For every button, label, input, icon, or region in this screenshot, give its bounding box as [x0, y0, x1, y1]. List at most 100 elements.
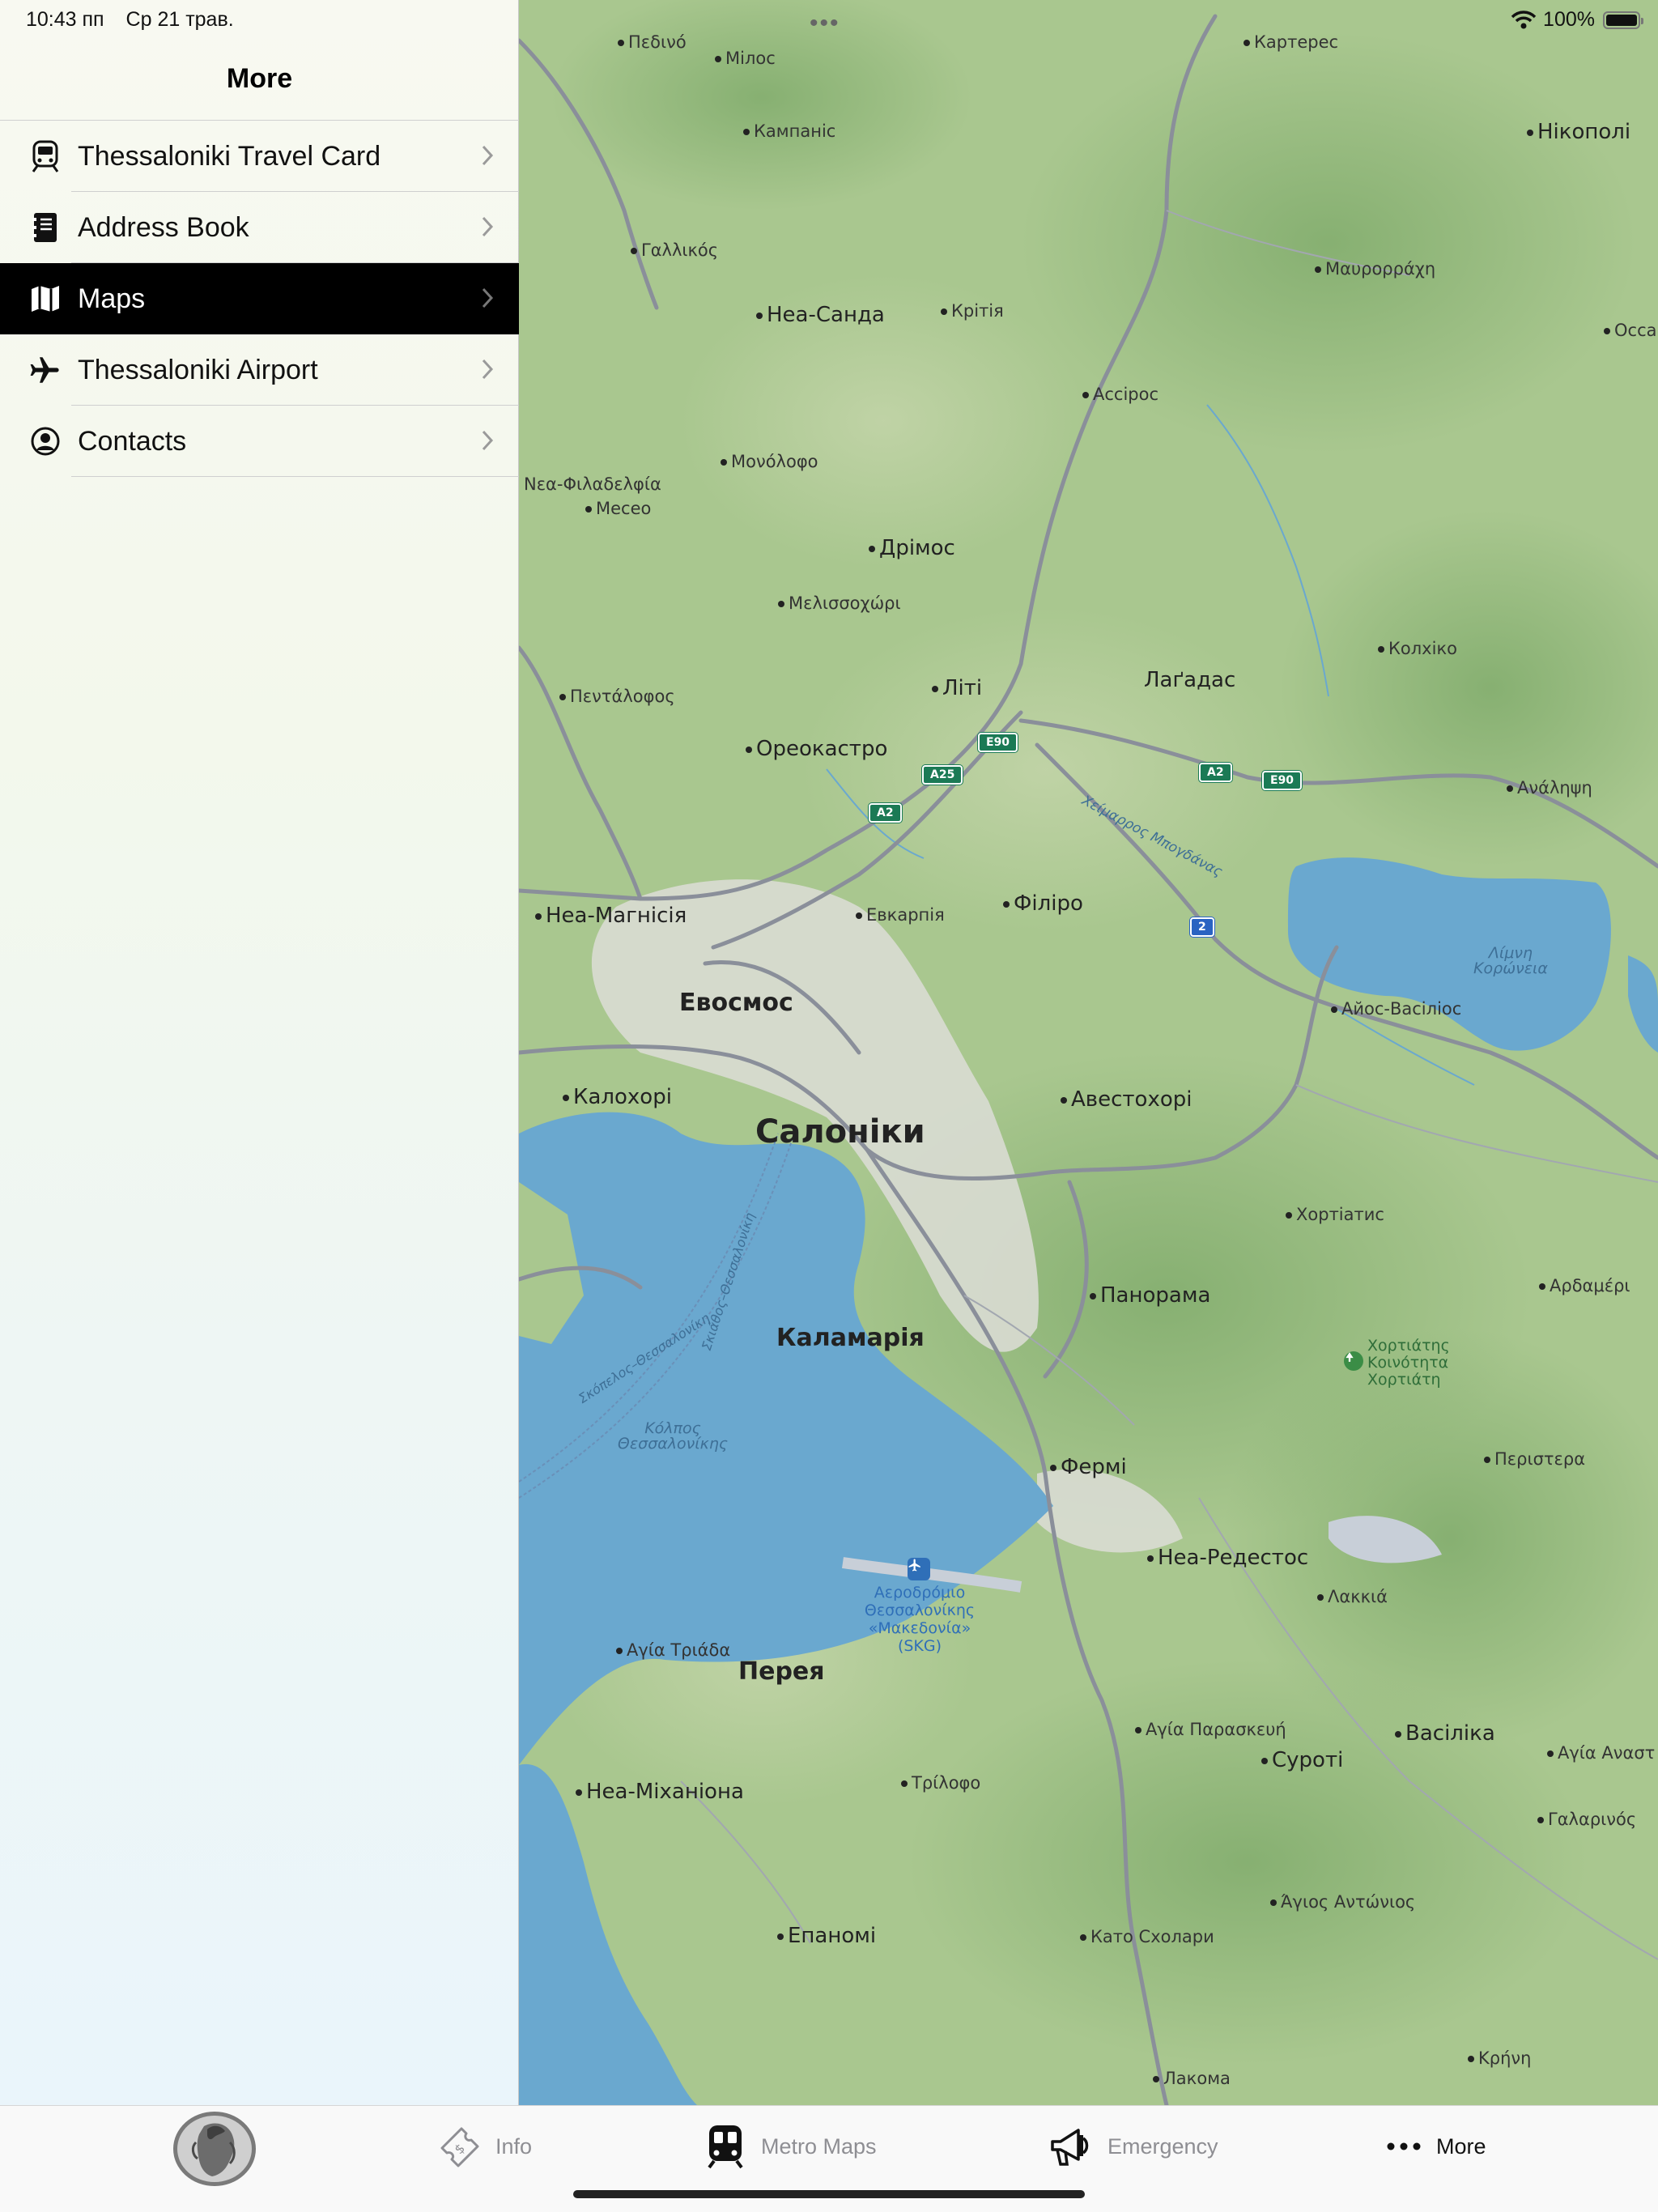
airplane-icon: [24, 349, 66, 391]
tab-info[interactable]: $ Info: [437, 2106, 532, 2187]
place-label: Αγία Τριάδα: [616, 1642, 730, 1659]
menu-item-label: Contacts: [78, 425, 187, 457]
place-label: Νεα-Φιλαδελφία: [524, 474, 661, 494]
tab-label: Emergency: [1107, 2133, 1218, 2159]
menu-item-label: Address Book: [78, 211, 249, 243]
airport-icon[interactable]: [908, 1558, 930, 1580]
menu-item-airport[interactable]: Thessaloniki Airport: [0, 334, 519, 406]
sidebar: 10:43 пп Ср 21 трав. More Thessaloniki T…: [0, 0, 519, 2105]
battery-icon: [1603, 11, 1643, 29]
place-label: Месео: [585, 500, 651, 517]
place-label: Неа-Санда: [756, 304, 885, 325]
place-label: Фермі: [1050, 1457, 1127, 1478]
place-label: Крітія: [941, 303, 1004, 320]
place-label: Авестохорі: [1061, 1089, 1192, 1110]
place-label: Αγία Παρασκευή: [1135, 1721, 1286, 1738]
lake-label: Λίμνη Κορώνεια: [1473, 944, 1548, 977]
place-label: Лаґадас: [1144, 668, 1236, 692]
book-icon: [24, 206, 66, 249]
road-shield-a2: A2: [869, 803, 902, 823]
place-label: Осса: [1604, 322, 1657, 339]
city-label-thessaloniki: Салоніки: [755, 1113, 925, 1151]
home-indicator[interactable]: [573, 2190, 1085, 2198]
place-label: Μαυρορράχη: [1315, 261, 1435, 278]
place-label: Евосмос: [679, 989, 793, 1017]
road-shield-2: 2: [1190, 917, 1214, 937]
place-label: Ассірос: [1082, 386, 1158, 403]
tab-label: Metro Maps: [761, 2133, 877, 2159]
menu-item-label: Thessaloniki Airport: [78, 354, 318, 385]
menu-item-travel-card[interactable]: Thessaloniki Travel Card: [0, 121, 519, 192]
place-label: Ανάληψη: [1507, 780, 1592, 797]
road-shield-a2: A2: [1199, 763, 1232, 782]
place-label: Евкарпія: [856, 907, 945, 924]
menu-item-maps[interactable]: Maps: [0, 263, 519, 334]
ellipsis-icon: [1387, 2142, 1421, 2150]
coin-portrait-icon: [172, 2110, 257, 2188]
place-label: Літі: [932, 678, 982, 699]
train-icon: [24, 135, 66, 177]
road-shield-e90: E90: [1262, 771, 1303, 790]
chevron-right-icon: [482, 216, 494, 237]
menu-item-contacts[interactable]: Contacts: [0, 406, 519, 477]
ticket-icon: $: [440, 2127, 479, 2167]
place-label: Αρδαμέρι: [1539, 1278, 1630, 1295]
place-label: Колхіко: [1378, 640, 1457, 657]
place-label: Лакома: [1153, 2070, 1231, 2087]
tab-label: More: [1436, 2133, 1486, 2159]
place-label: Αγία Αναστ: [1547, 1745, 1655, 1762]
person-circle-icon: [24, 420, 66, 462]
menu-item-address-book[interactable]: Address Book: [0, 192, 519, 263]
place-label: Нікополі: [1527, 121, 1630, 143]
place-label: Γαλαρινός: [1537, 1811, 1636, 1828]
place-label: Калохорі: [563, 1087, 672, 1108]
wifi-icon: [1511, 10, 1537, 28]
status-bar-right: 100%: [1511, 8, 1643, 32]
place-label: Ореокастро: [746, 738, 887, 759]
menu-item-label: Maps: [78, 283, 146, 314]
chevron-right-icon: [482, 359, 494, 380]
place-label: Πεντάλοφος: [559, 688, 675, 705]
place-label: Μονόλοφο: [721, 453, 818, 470]
megaphone-icon: [1051, 2129, 1089, 2166]
place-label: Суроті: [1261, 1750, 1343, 1771]
place-label: Άγιος Αντώνιος: [1270, 1894, 1415, 1911]
park-icon[interactable]: [1344, 1351, 1363, 1371]
tab-metro-maps[interactable]: Metro Maps: [703, 2106, 877, 2187]
place-label: Неа-Редестос: [1147, 1547, 1308, 1568]
place-label: Кампаніс: [743, 123, 835, 140]
more-menu-list: Thessaloniki Travel Card Address Book Ma…: [0, 120, 519, 477]
place-label: Μελισσοχώρι: [778, 595, 901, 612]
place-label: Епаномі: [777, 1925, 876, 1946]
gulf-label: Κόλπος Θεσσαλονίκης: [617, 1419, 729, 1453]
place-label: Айос-Васіліос: [1331, 1001, 1461, 1018]
place-label: Неа-Магнісія: [535, 905, 687, 926]
map-icon: [24, 278, 66, 320]
page-title: More: [226, 63, 293, 94]
multitasking-dots[interactable]: •••: [810, 10, 840, 37]
airport-label[interactable]: Αεροδρόμιο Θεσσαλονίκης «Μακεδονία» (SKG…: [859, 1584, 980, 1655]
place-label: Картерес: [1244, 34, 1338, 51]
menu-item-label: Thessaloniki Travel Card: [78, 140, 381, 172]
place-label: Λακκιά: [1317, 1589, 1388, 1606]
place-label: Γαλλικός: [631, 242, 718, 259]
place-label: Κρήνη: [1468, 2050, 1531, 2067]
place-label: Хортіатис: [1286, 1206, 1384, 1223]
status-date: Ср 21 трав.: [125, 8, 234, 31]
chevron-right-icon: [482, 145, 494, 166]
map-view[interactable]: E90 A25 A2 A2 E90 2 Πεδινό Мілос Картере…: [519, 0, 1658, 2105]
road-shield-a25: A25: [922, 765, 963, 785]
tab-emergency[interactable]: Emergency: [1049, 2106, 1218, 2187]
road-shield-e90: E90: [978, 733, 1018, 752]
park-label[interactable]: Χορτιάτης Κοινότητα Χορτιάτη: [1367, 1338, 1473, 1389]
place-label: Каламарія: [776, 1324, 925, 1352]
place-label: Дрімос: [869, 538, 955, 559]
place-label: Панорама: [1090, 1285, 1210, 1306]
place-label: Πεδινό: [618, 34, 687, 51]
chevron-right-icon: [482, 430, 494, 451]
tab-home[interactable]: [172, 2106, 257, 2187]
status-time: 10:43 пп: [26, 8, 104, 31]
place-label: Васіліка: [1395, 1723, 1495, 1744]
tab-more[interactable]: More: [1384, 2106, 1486, 2187]
place-label: Неа-Міханіона: [576, 1781, 744, 1802]
